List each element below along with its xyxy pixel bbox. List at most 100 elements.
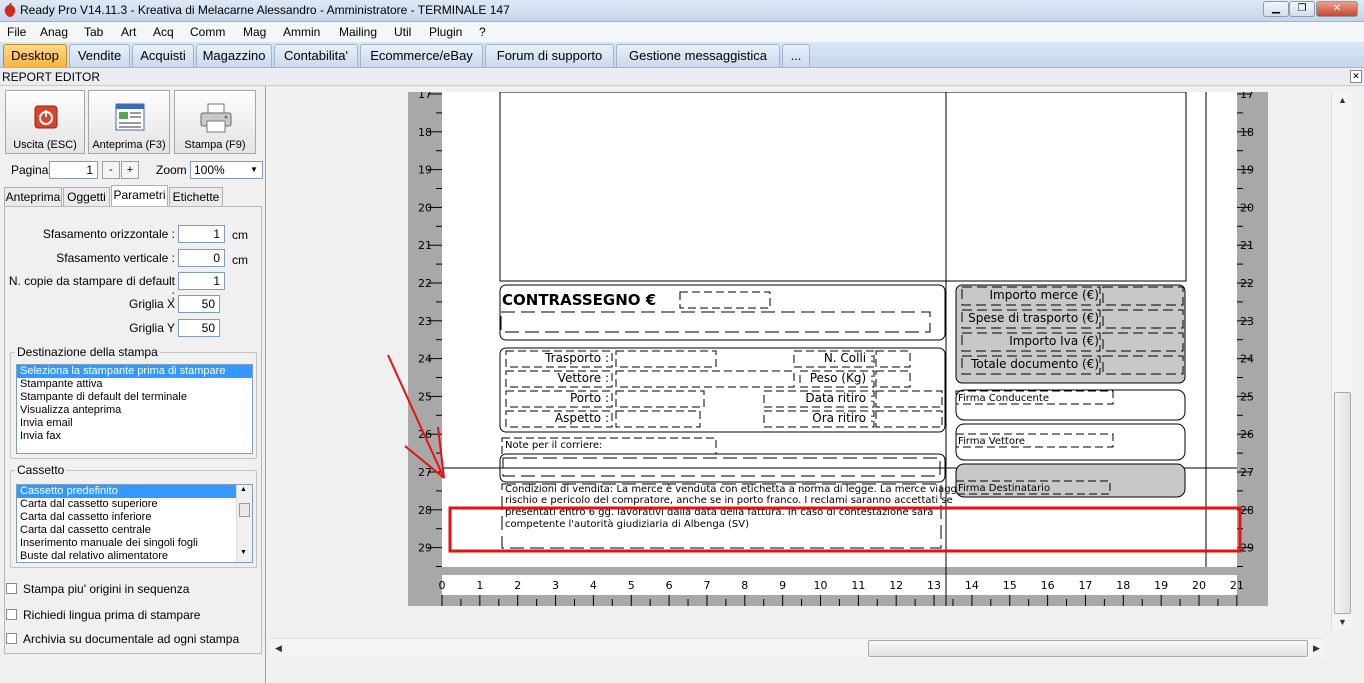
horizontal-scrollbar[interactable]: ◀ ▶ (270, 638, 1324, 658)
menu-tab[interactable]: Tab (84, 25, 103, 39)
tab-desktop[interactable]: Desktop (3, 44, 67, 67)
drawer-item[interactable]: Carta dal cassetto centrale (17, 524, 252, 537)
menu-acq[interactable]: Acq (153, 25, 174, 39)
print-label: Stampa (F9) (184, 139, 246, 151)
tab-acquisti[interactable]: Acquisti (132, 44, 194, 67)
app-icon (4, 3, 16, 17)
subtab-anteprima[interactable]: Anteprima (4, 187, 62, 207)
ruler-label: 24 (1240, 353, 1254, 366)
scroll-up-icon[interactable]: ▲ (1334, 92, 1351, 109)
vettore-label: Vettore : (558, 371, 609, 385)
destination-item[interactable]: Invia email (17, 417, 252, 430)
drawer-group: Cassetto Cassetto predefinito Carta dal … (10, 463, 257, 568)
drawer-item[interactable]: Inserimento manuale dei singoli fogli (17, 537, 252, 550)
ruler-label: 20 (1240, 201, 1254, 214)
vertical-scroll-thumb[interactable] (1334, 392, 1351, 614)
drawer-item[interactable]: Buste dal relativo alimentatore (17, 550, 252, 562)
grid-y-input[interactable]: 50 (178, 319, 220, 337)
menu-file[interactable]: File (7, 25, 26, 39)
ruler-label: 18 (418, 126, 432, 139)
destination-item[interactable]: Invia fax (17, 430, 252, 443)
menu-help[interactable]: ? (479, 25, 486, 39)
report-page[interactable]: 17 1718 1819 1920 2021 2122 2223 2324 2425 2526 26… (270, 88, 1330, 630)
scroll-down-icon[interactable]: ▼ (240, 549, 247, 556)
maximize-button[interactable]: ❐ (1289, 1, 1315, 17)
menu-comm[interactable]: Comm (190, 25, 225, 39)
colli-label: N. Colli : (824, 351, 874, 365)
tab-magazzino[interactable]: Magazzino (196, 44, 272, 67)
print-button[interactable]: Stampa (F9) (174, 90, 256, 154)
editor-close-button[interactable]: ✕ (1350, 70, 1362, 83)
drawer-scroll-thumb[interactable] (239, 503, 250, 517)
page-input[interactable]: 1 (49, 161, 98, 179)
copies-input[interactable]: 1 (178, 272, 225, 290)
menu-mag[interactable]: Mag (243, 25, 266, 39)
ruler-label: 21 (1240, 239, 1254, 252)
drawer-item[interactable]: Cassetto predefinito (17, 485, 236, 498)
ruler-label: 18 (1240, 126, 1254, 139)
destination-group: Destinazione della stampa Seleziona la s… (10, 345, 257, 459)
grid-x-input[interactable]: 50 (178, 295, 220, 313)
menu-ammin[interactable]: Ammin (283, 25, 320, 39)
destination-item[interactable]: Seleziona la stampante prima di stampare (17, 365, 252, 378)
checkbox-multi-origin-label: Stampa piu' origini in sequenza (23, 582, 190, 596)
checkbox-multi-origin[interactable] (6, 583, 17, 594)
ruler-label: 13 (927, 579, 941, 592)
destination-item[interactable]: Stampante attiva (17, 378, 252, 391)
drawer-item[interactable]: Carta dal cassetto inferiore (17, 511, 252, 524)
horizontal-scroll-thumb[interactable] (868, 640, 1308, 657)
vertical-scrollbar[interactable]: ▲ ▼ (1331, 92, 1352, 630)
porto-label: Porto : (570, 391, 609, 405)
drawer-item[interactable]: Carta dal cassetto superiore (17, 498, 252, 511)
page-prev-button[interactable]: - (102, 161, 120, 179)
drawer-scrollbar[interactable]: ▲ ▼ (236, 485, 252, 562)
tab-more[interactable]: ... (782, 44, 810, 67)
subtab-parametri[interactable]: Parametri (111, 185, 168, 207)
ruler-label: 12 (889, 579, 903, 592)
tab-messaggistica[interactable]: Gestione messaggistica (616, 44, 780, 67)
destination-title: Destinazione della stampa (15, 345, 160, 359)
menu-mailing[interactable]: Mailing (339, 25, 377, 39)
page-next-button[interactable]: + (121, 161, 139, 179)
menu-plugin[interactable]: Plugin (429, 25, 462, 39)
tab-contabilita[interactable]: Contabilita' (274, 44, 358, 67)
ruler-label: 23 (1240, 315, 1254, 328)
title-bar: Ready Pro V14.11.3 - Kreativa di Melacar… (0, 0, 1364, 22)
tab-ecommerce[interactable]: Ecommerce/eBay (360, 44, 483, 67)
menu-anag[interactable]: Anag (40, 25, 68, 39)
tab-vendite[interactable]: Vendite (69, 44, 130, 67)
scroll-left-icon[interactable]: ◀ (270, 640, 287, 657)
close-button[interactable]: ✕ (1316, 1, 1358, 17)
minimize-button[interactable]: ▁ (1263, 1, 1289, 17)
subtab-oggetti[interactable]: Oggetti (63, 187, 110, 207)
checkbox-archive[interactable] (6, 633, 17, 644)
scroll-down-icon[interactable]: ▼ (1334, 614, 1351, 631)
scroll-right-icon[interactable]: ▶ (1308, 640, 1325, 657)
ruler-label: 28 (1240, 504, 1254, 517)
peso-label: Peso (Kg) : (810, 371, 874, 385)
subtab-etichette[interactable]: Etichette (169, 187, 223, 207)
grid-y-label: Griglia Y (129, 321, 175, 335)
tab-forum[interactable]: Forum di supporto (485, 44, 614, 67)
editor-header: REPORT EDITOR ✕ (0, 69, 1364, 86)
checkbox-ask-language[interactable] (6, 609, 17, 620)
report-canvas[interactable]: 17 17 18 18 19 19 20 20 21 21 22 22 23 23 24 24 25 25 26 26… (270, 88, 1330, 630)
ruler-label: 29 (1240, 542, 1254, 555)
destination-item[interactable]: Visualizza anteprima (17, 404, 252, 417)
ruler-label: 21 (418, 239, 432, 252)
ruler-label: 19 (1240, 164, 1254, 177)
zoom-select[interactable]: 100% ▼ (190, 161, 263, 179)
printer-icon (200, 103, 232, 133)
destination-item[interactable]: Stampante di default del terminale (17, 391, 252, 404)
drawer-list[interactable]: Cassetto predefinito Carta dal cassetto … (16, 484, 253, 563)
preview-button[interactable]: Anteprima (F3) (88, 90, 170, 154)
menu-util[interactable]: Util (394, 25, 411, 39)
menu-art[interactable]: Art (121, 25, 136, 39)
ruler-label: 21 (1230, 579, 1244, 592)
offset-h-input[interactable]: 1 (178, 225, 225, 243)
importo-iva-label: Importo Iva (€) (1009, 334, 1099, 348)
destination-list[interactable]: Seleziona la stampante prima di stampare… (16, 364, 253, 454)
exit-button[interactable]: Uscita (ESC) (5, 90, 85, 154)
offset-v-input[interactable]: 0 (178, 249, 225, 267)
scroll-up-icon[interactable]: ▲ (240, 486, 247, 493)
